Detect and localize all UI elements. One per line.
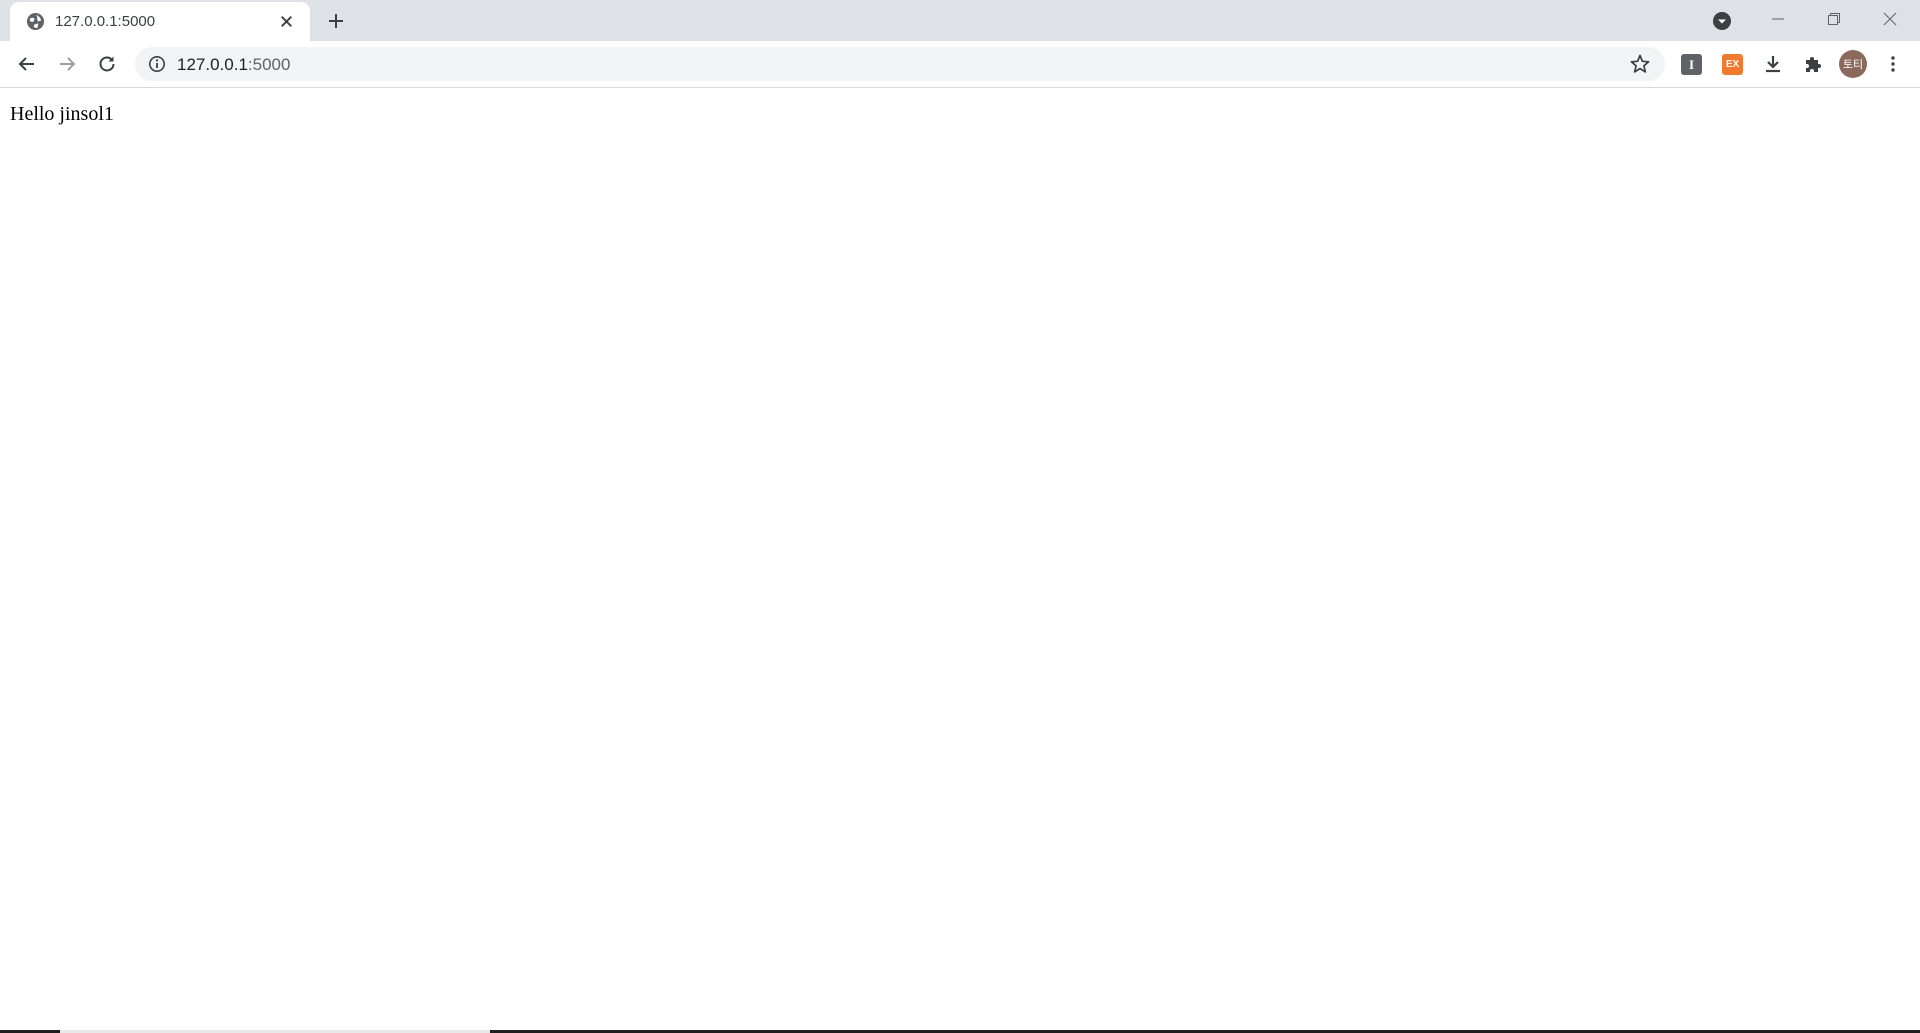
globe-icon (26, 12, 45, 31)
page-text: Hello jinsol1 (10, 103, 114, 125)
downloads-button[interactable] (1759, 50, 1787, 78)
reload-button[interactable] (93, 50, 121, 78)
reload-icon (99, 56, 115, 72)
window-close-button[interactable] (1862, 0, 1918, 38)
menu-button[interactable] (1879, 50, 1907, 78)
arrow-forward-icon (60, 57, 76, 71)
address-bar[interactable]: 127.0.0.1:5000 (135, 47, 1665, 81)
page-content: Hello jinsol1 (0, 88, 1920, 1033)
browser-window: 127.0.0.1:5000 127.0.0.1:5000 I EX 토티 He… (0, 0, 1920, 1033)
back-button[interactable] (13, 50, 41, 78)
restore-icon (1828, 13, 1840, 25)
forward-button[interactable] (53, 50, 81, 78)
tab-active[interactable]: 127.0.0.1:5000 (10, 2, 310, 41)
address-url: 127.0.0.1:5000 (177, 55, 290, 75)
url-host: 127.0.0.1 (177, 55, 248, 74)
new-tab-plus-icon[interactable] (325, 10, 347, 32)
tab-strip: 127.0.0.1:5000 (0, 0, 1920, 41)
puzzle-piece-icon (1806, 57, 1821, 72)
url-port: :5000 (247, 55, 291, 74)
tab-close-icon[interactable] (278, 13, 295, 30)
profile-avatar[interactable]: 토티 (1839, 50, 1867, 78)
close-icon (1883, 12, 1897, 26)
arrow-back-icon (18, 57, 34, 71)
browser-toolbar: 127.0.0.1:5000 I EX 토티 (0, 41, 1920, 88)
more-vertical-icon (1891, 56, 1895, 72)
window-restore-button[interactable] (1806, 0, 1862, 38)
extension-ex-label: EX (1725, 59, 1740, 70)
extension-i-button[interactable]: I (1681, 54, 1702, 75)
extensions-button[interactable] (1799, 50, 1827, 78)
avatar-label: 토티 (1842, 58, 1864, 71)
window-minimize-button[interactable] (1750, 0, 1806, 38)
minimize-icon (1772, 18, 1784, 20)
tab-search-chevron-icon[interactable] (1711, 10, 1733, 32)
extension-ex-button[interactable]: EX (1722, 54, 1743, 75)
extension-i-label: I (1688, 56, 1695, 72)
tab-title: 127.0.0.1:5000 (55, 13, 156, 30)
bookmark-star-icon[interactable] (1629, 53, 1651, 75)
download-icon (1766, 56, 1780, 73)
site-info-icon[interactable] (148, 55, 166, 73)
